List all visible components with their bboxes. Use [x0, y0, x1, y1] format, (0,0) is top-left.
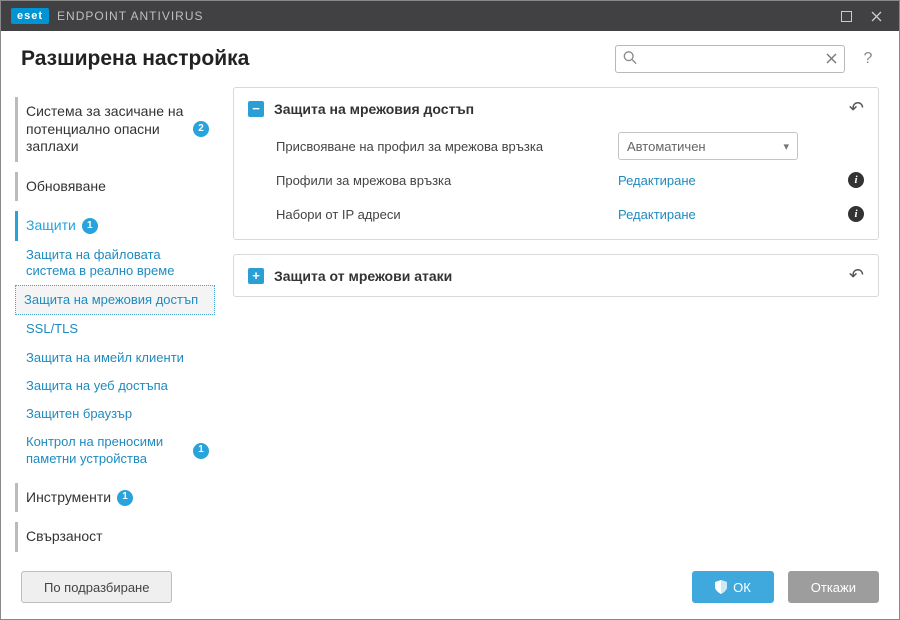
setting-row-connection-profiles: Профили за мрежова връзка Редактиране i: [276, 163, 864, 197]
sidebar-sub-email-clients[interactable]: Защита на имейл клиенти: [15, 344, 215, 372]
sidebar-sub-ssl-tls[interactable]: SSL/TLS: [15, 315, 215, 343]
main-content: − Защита на мрежовия достъп ↶ Присвояван…: [223, 83, 899, 561]
chevron-down-icon: ▾: [783, 140, 789, 153]
sidebar-item-label: Защита на мрежовия достъп: [24, 292, 198, 308]
sidebar-sub-secure-browser[interactable]: Защитен браузър: [15, 400, 215, 428]
sidebar-item-detection-engine[interactable]: Система за засичане на потенциално опасн…: [15, 97, 215, 162]
panel-network-attack: + Защита от мрежови атаки ↶: [233, 254, 879, 297]
sidebar-item-label: Защита на файловата система в реално вре…: [26, 247, 209, 280]
sidebar-badge: 1: [193, 443, 209, 459]
sidebar-badge: 1: [82, 218, 98, 234]
dropdown-value: Автоматичен: [627, 139, 706, 154]
panel-network-access: − Защита на мрежовия достъп ↶ Присвояван…: [233, 87, 879, 240]
sidebar: Система за засичане на потенциално опасн…: [1, 83, 223, 561]
sidebar-sub-removable-media[interactable]: Контрол на преносими паметни устройства …: [15, 428, 215, 473]
sidebar-item-label: SSL/TLS: [26, 321, 78, 337]
search-wrap: [615, 45, 845, 73]
sidebar-badge: 2: [193, 121, 209, 137]
shield-icon: [715, 580, 727, 594]
sidebar-item-label: Инструменти: [26, 489, 111, 507]
panel-header[interactable]: − Защита на мрежовия достъп ↶: [234, 88, 878, 129]
collapse-icon[interactable]: −: [248, 101, 264, 117]
setting-label: Набори от IP адреси: [276, 207, 606, 222]
panel-title: Защита на мрежовия достъп: [274, 101, 839, 117]
clear-search-icon[interactable]: [826, 51, 837, 67]
sidebar-item-connectivity[interactable]: Свързаност: [15, 522, 215, 552]
titlebar: eset ENDPOINT ANTIVIRUS: [1, 1, 899, 31]
edit-ipsets-link[interactable]: Редактиране: [618, 207, 696, 222]
sidebar-sub-network-access[interactable]: Защита на мрежовия достъп: [15, 285, 215, 315]
brand-badge: eset: [11, 8, 49, 24]
footer: По подразбиране ОК Откажи: [1, 561, 899, 613]
brand-logo: eset ENDPOINT ANTIVIRUS: [11, 8, 204, 24]
sidebar-item-label: Система за засичане на потенциално опасн…: [26, 103, 187, 156]
setting-label: Присвояване на профил за мрежова връзка: [276, 139, 606, 154]
sidebar-item-label: Защитен браузър: [26, 406, 132, 422]
sidebar-item-tools[interactable]: Инструменти 1: [15, 483, 215, 513]
sidebar-item-label: Защита на уеб достъпа: [26, 378, 168, 394]
brand-text: ENDPOINT ANTIVIRUS: [57, 9, 203, 23]
sidebar-item-label: Обновяване: [26, 178, 106, 196]
sidebar-item-label: Защита на имейл клиенти: [26, 350, 184, 366]
search-input[interactable]: [615, 45, 845, 73]
sidebar-badge: 1: [117, 490, 133, 506]
sidebar-item-label: Контрол на преносими паметни устройства: [26, 434, 187, 467]
cancel-button[interactable]: Откажи: [788, 571, 879, 603]
profile-assignment-dropdown[interactable]: Автоматичен ▾: [618, 132, 798, 160]
defaults-button[interactable]: По подразбиране: [21, 571, 172, 603]
panel-header[interactable]: + Защита от мрежови атаки ↶: [234, 255, 878, 296]
expand-icon[interactable]: +: [248, 268, 264, 284]
info-icon[interactable]: i: [848, 172, 864, 188]
sidebar-item-label: Свързаност: [26, 528, 103, 546]
setting-label: Профили за мрежова връзка: [276, 173, 606, 188]
undo-icon[interactable]: ↶: [849, 265, 864, 286]
sidebar-item-update[interactable]: Обновяване: [15, 172, 215, 202]
sidebar-item-protections[interactable]: Защити 1: [15, 211, 215, 241]
ok-button[interactable]: ОК: [692, 571, 774, 603]
page-title: Разширена настройка: [21, 47, 603, 71]
edit-profiles-link[interactable]: Редактиране: [618, 173, 696, 188]
panel-title: Защита от мрежови атаки: [274, 268, 839, 284]
sidebar-item-label: Защити: [26, 217, 76, 235]
info-icon[interactable]: i: [848, 206, 864, 222]
setting-row-profile-assignment: Присвояване на профил за мрежова връзка …: [276, 129, 864, 163]
sidebar-sub-web-access[interactable]: Защита на уеб достъпа: [15, 372, 215, 400]
window-close-icon[interactable]: [861, 1, 891, 31]
ok-button-label: ОК: [733, 580, 751, 595]
setting-row-ip-sets: Набори от IP адреси Редактиране i: [276, 197, 864, 231]
undo-icon[interactable]: ↶: [849, 98, 864, 119]
window-maximize-icon[interactable]: [831, 1, 861, 31]
header: Разширена настройка ?: [1, 31, 899, 83]
help-button[interactable]: ?: [857, 48, 879, 70]
sidebar-sub-realtime-fs[interactable]: Защита на файловата система в реално вре…: [15, 241, 215, 286]
